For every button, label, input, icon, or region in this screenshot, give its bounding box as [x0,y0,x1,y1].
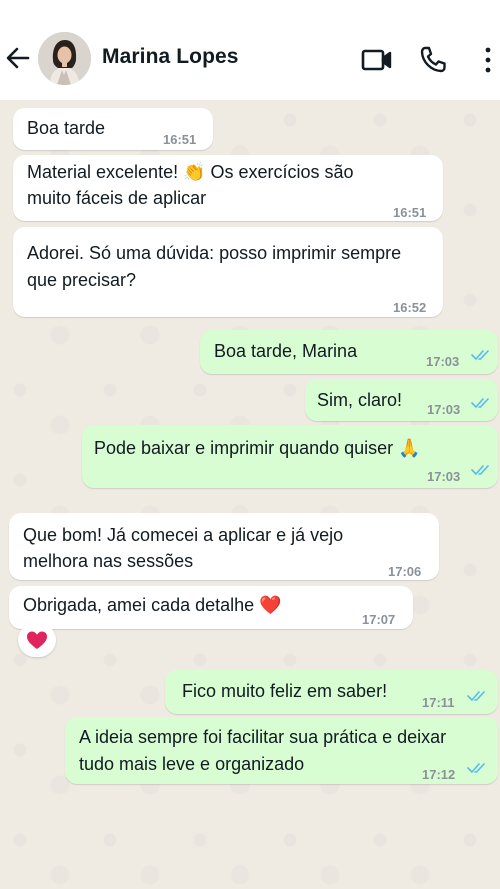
chat-header: Marina Lopes [0,0,500,100]
contact-name[interactable]: Marina Lopes [102,45,239,69]
message-time: 17:06 [388,564,422,579]
video-call-button[interactable] [361,46,393,74]
message-text-line: Material excelente! 👏 Os exercícios são [27,162,354,182]
message-bubble-incoming[interactable]: Que bom! Já comecei a aplicar e já vejo … [9,513,439,580]
double-check-icon [471,465,489,475]
message-bubble-outgoing[interactable]: A ideia sempre foi facilitar sua prática… [65,717,498,784]
message-text: Boa tarde, Marina [214,341,358,361]
arrow-left-icon [6,47,30,69]
message-text-line: tudo mais leve e organizado [79,754,305,774]
message-time: 16:51 [163,132,197,147]
more-options-button[interactable] [478,45,498,75]
message-text-line: que precisar? [27,270,137,290]
video-camera-icon [361,49,392,71]
message-text: Obrigada, amei cada detalhe ❤️ [23,595,282,615]
message-text: Sim, claro! [317,390,403,410]
double-check-icon [471,350,489,360]
message-time: 17:03 [427,402,461,417]
message-time: 17:11 [422,695,455,710]
message-text-line: muito fáceis de aplicar [27,188,207,208]
message-bubble-outgoing[interactable]: Fico muito feliz em saber! 17:11 [165,670,498,714]
heart-icon [27,631,47,649]
message-time: 17:07 [362,612,396,627]
message-bubble-incoming[interactable]: Obrigada, amei cada detalhe ❤️ 17:07 [9,586,413,629]
double-check-icon [471,398,489,408]
double-check-icon [467,763,485,773]
message-text: Pode baixar e imprimir quando quiser 🙏 [94,438,421,458]
message-bubble-incoming[interactable]: Material excelente! 👏 Os exercícios são … [13,155,443,221]
message-text-line: Adorei. Só uma dúvida: posso imprimir se… [27,243,402,263]
voice-call-button[interactable] [418,45,448,75]
message-bubble-outgoing[interactable]: Boa tarde, Marina 17:03 [200,330,498,374]
message-time: 17:03 [427,469,461,484]
profile-photo [38,32,91,85]
message-text: Fico muito feliz em saber! [182,681,388,701]
message-text-line: Que bom! Já comecei a aplicar e já vejo [23,525,344,545]
message-bubble-incoming[interactable]: Adorei. Só uma dúvida: posso imprimir se… [13,227,443,317]
back-button[interactable] [4,44,32,72]
message-bubble-outgoing[interactable]: Pode baixar e imprimir quando quiser 🙏 1… [82,425,498,488]
message-time: 17:03 [426,354,460,369]
message-bubble-outgoing[interactable]: Sim, claro! 17:03 [305,379,498,421]
message-text-line: melhora nas sessões [23,551,194,571]
double-check-icon [467,691,485,701]
message-bubble-incoming[interactable]: Boa tarde 16:51 [13,108,213,150]
message-reaction[interactable] [18,623,56,657]
avatar[interactable] [38,32,91,85]
message-time: 16:52 [393,300,427,315]
phone-icon [420,46,446,73]
more-vertical-icon [485,47,491,73]
message-text-line: A ideia sempre foi facilitar sua prática… [79,727,447,747]
message-time: 17:12 [422,767,456,782]
message-text: Boa tarde [27,118,106,138]
message-time: 16:51 [393,205,427,220]
